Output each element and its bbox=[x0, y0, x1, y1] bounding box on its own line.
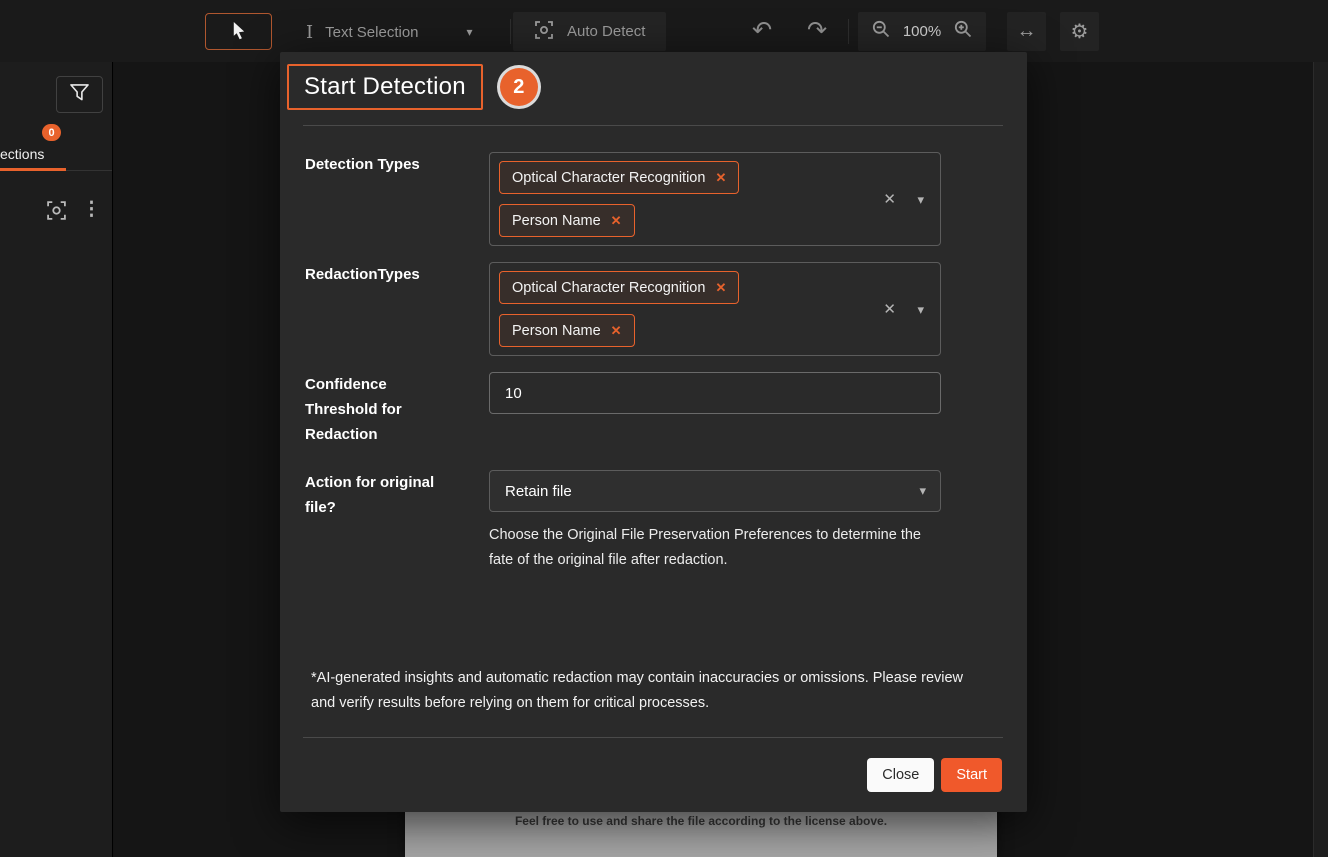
start-detection-modal: Start Detection 2 Detection Types Optica… bbox=[280, 52, 1027, 812]
ai-disclaimer-text: *AI-generated insights and automatic red… bbox=[311, 666, 987, 716]
chip-label: Optical Character Recognition bbox=[512, 170, 705, 186]
detect-tool-icon[interactable] bbox=[46, 200, 67, 226]
form-row-original-file-action: Action for original file? Retain file ▾ … bbox=[305, 470, 941, 573]
redo-button[interactable]: ↷ bbox=[797, 15, 837, 47]
form-row-confidence-threshold: Confidence Threshold for Redaction bbox=[305, 372, 941, 447]
clear-all-icon[interactable]: ✕ bbox=[883, 300, 896, 318]
chevron-down-icon[interactable]: ▾ bbox=[917, 302, 924, 318]
auto-detect-icon bbox=[534, 20, 554, 44]
zoom-out-button[interactable] bbox=[871, 19, 891, 44]
footer-divider bbox=[303, 737, 1003, 738]
redaction-types-multiselect[interactable]: Optical Character Recognition ✕ Person N… bbox=[489, 262, 941, 356]
active-tab-indicator bbox=[0, 168, 66, 171]
toolbar-divider bbox=[510, 19, 511, 44]
remove-chip-icon[interactable]: ✕ bbox=[611, 323, 622, 339]
document-license-text: Feel free to use and share the file acco… bbox=[405, 814, 997, 828]
zoom-in-button[interactable] bbox=[953, 19, 973, 44]
settings-gear-button[interactable]: ⚙ bbox=[1060, 12, 1099, 51]
right-panel-edge bbox=[1313, 62, 1328, 857]
zoom-level: 100% bbox=[902, 23, 942, 40]
text-selection-tool[interactable]: I Text Selection ▾ bbox=[306, 13, 473, 51]
clear-all-icon[interactable]: ✕ bbox=[883, 190, 896, 208]
original-file-action-label: Action for original file? bbox=[305, 470, 455, 573]
pan-cursor-tool-button[interactable] bbox=[205, 13, 272, 50]
kebab-menu-icon[interactable]: ⋮ bbox=[82, 198, 101, 221]
modal-header: Start Detection 2 bbox=[287, 64, 538, 110]
zoom-controls: 100% bbox=[858, 12, 986, 51]
modal-footer: Close Start bbox=[867, 758, 1002, 792]
step-number-badge: 2 bbox=[500, 68, 538, 106]
tab-detections[interactable]: ections bbox=[0, 146, 44, 162]
fit-width-button[interactable]: ↔ bbox=[1007, 12, 1046, 51]
chevron-down-icon: ▾ bbox=[919, 483, 926, 499]
remove-chip-icon[interactable]: ✕ bbox=[715, 280, 726, 296]
text-cursor-icon: I bbox=[306, 22, 313, 43]
chip-person-name: Person Name ✕ bbox=[499, 314, 635, 347]
remove-chip-icon[interactable]: ✕ bbox=[715, 170, 726, 186]
redaction-types-label: RedactionTypes bbox=[305, 262, 455, 356]
chip-label: Optical Character Recognition bbox=[512, 280, 705, 296]
chip-person-name: Person Name ✕ bbox=[499, 204, 635, 237]
chip-label: Person Name bbox=[512, 213, 601, 229]
original-file-action-select[interactable]: Retain file ▾ bbox=[489, 470, 941, 512]
confidence-threshold-input[interactable] bbox=[489, 372, 941, 414]
original-file-action-help: Choose the Original File Preservation Pr… bbox=[489, 523, 931, 573]
chip-label: Person Name bbox=[512, 323, 601, 339]
chip-ocr: Optical Character Recognition ✕ bbox=[499, 161, 739, 194]
form-row-detection-types: Detection Types Optical Character Recogn… bbox=[305, 152, 941, 246]
auto-detect-label: Auto Detect bbox=[567, 23, 645, 40]
filter-button[interactable] bbox=[56, 76, 103, 113]
chip-ocr: Optical Character Recognition ✕ bbox=[499, 271, 739, 304]
chevron-down-icon: ▾ bbox=[467, 25, 473, 39]
close-button[interactable]: Close bbox=[867, 758, 934, 792]
toolbar-divider bbox=[848, 19, 849, 44]
detections-count-badge: 0 bbox=[42, 124, 61, 141]
left-panel: 0 ections ⋮ bbox=[0, 62, 113, 857]
header-divider bbox=[303, 125, 1003, 126]
start-button[interactable]: Start bbox=[941, 758, 1002, 792]
modal-title: Start Detection bbox=[287, 64, 483, 110]
text-selection-label: Text Selection bbox=[325, 24, 418, 41]
cursor-arrow-icon bbox=[230, 21, 247, 43]
remove-chip-icon[interactable]: ✕ bbox=[611, 213, 622, 229]
undo-button[interactable]: ↶ bbox=[742, 15, 782, 47]
detection-types-multiselect[interactable]: Optical Character Recognition ✕ Person N… bbox=[489, 152, 941, 246]
filter-funnel-icon bbox=[69, 83, 90, 107]
confidence-threshold-label: Confidence Threshold for Redaction bbox=[305, 372, 455, 447]
form-row-redaction-types: RedactionTypes Optical Character Recogni… bbox=[305, 262, 941, 356]
auto-detect-button[interactable]: Auto Detect bbox=[513, 12, 666, 51]
selected-option: Retain file bbox=[505, 483, 572, 500]
chevron-down-icon[interactable]: ▾ bbox=[917, 192, 924, 208]
detection-types-label: Detection Types bbox=[305, 152, 455, 246]
